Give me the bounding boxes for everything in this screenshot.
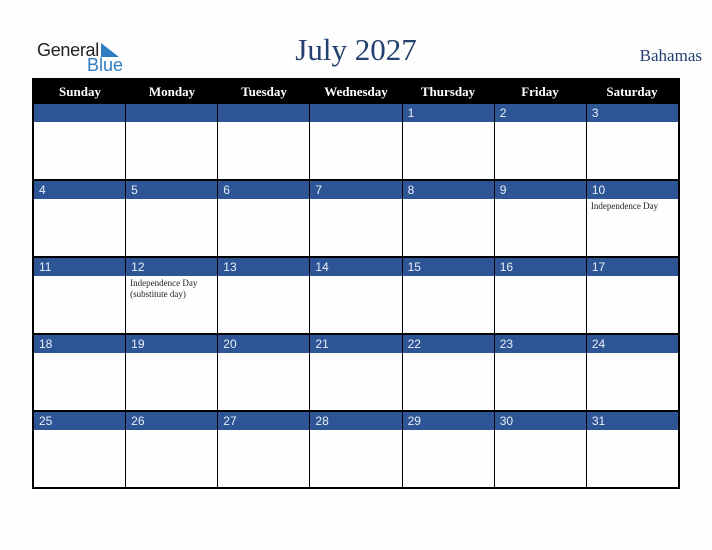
day-cell-event[interactable] [585,430,678,487]
weekday-wednesday: Wednesday [324,84,388,99]
day-cells-row [34,430,678,487]
day-number-bar: 25 26 27 28 29 30 31 [34,412,678,430]
day-cell-event[interactable] [493,122,586,179]
day-number: 20 [217,335,309,353]
weekday-friday: Friday [521,84,559,99]
day-cell-event[interactable] [401,122,494,179]
weekday-header-row: Sunday Monday Tuesday Wednesday Thursday… [34,80,678,104]
weekday-monday: Monday [148,84,196,99]
calendar-title: July 2027 [295,32,417,67]
day-number: 19 [125,335,217,353]
day-cell-event[interactable] [34,430,125,487]
day-cells-row [34,353,678,410]
day-cell-event[interactable] [493,430,586,487]
day-number: 7 [309,181,401,199]
day-cell-event[interactable] [34,122,125,179]
day-number: 22 [401,335,494,353]
day-number-bar: 18 19 20 21 22 23 24 [34,335,678,353]
day-cell-event[interactable] [493,199,586,256]
day-number: 21 [309,335,401,353]
day-cell-event[interactable] [125,353,217,410]
day-cell-event[interactable] [217,199,309,256]
day-cell-event[interactable] [401,353,494,410]
day-number: 11 [39,260,52,274]
day-cell-event[interactable]: Independence Day (substitute day) [125,276,217,333]
calendar-grid: Sunday Monday Tuesday Wednesday Thursday… [32,78,680,489]
day-number: 29 [401,412,494,430]
country-label: Bahamas [639,46,702,65]
day-number-bar: 4 5 6 7 8 9 10 [34,181,678,199]
day-number: 24 [585,335,678,353]
day-cell-event[interactable] [217,122,309,179]
day-number: 14 [309,258,401,276]
day-cells-row: Independence Day (substitute day) [34,276,678,333]
day-cell-event[interactable] [217,276,309,333]
day-number: 12 [125,258,217,276]
day-cell-event[interactable] [34,353,125,410]
day-cell-event[interactable] [585,122,678,179]
weekday-tuesday: Tuesday [241,84,287,99]
day-number: 30 [493,412,586,430]
day-cells-row: Independence Day [34,199,678,256]
weekday-sunday: Sunday [59,84,101,99]
day-cells-row [34,122,678,179]
day-number-bar: 11 12 13 14 15 16 17 [34,258,678,276]
day-cell-event[interactable] [309,122,401,179]
day-cell-event[interactable] [585,353,678,410]
day-number: 26 [125,412,217,430]
day-number-bar: 123 [34,104,678,122]
day-cell-event[interactable] [217,353,309,410]
calendar-week: 25 26 27 28 29 30 31 [34,410,678,487]
day-cell-event[interactable] [125,430,217,487]
day-cell-event[interactable] [309,199,401,256]
day-cell-event[interactable] [309,430,401,487]
day-cell-event[interactable] [217,430,309,487]
calendar-week: 18 19 20 21 22 23 24 [34,333,678,410]
day-number: 23 [493,335,586,353]
day-number [34,104,125,122]
day-number [125,104,217,122]
day-number: 8 [401,181,494,199]
day-number [217,104,309,122]
day-number: 17 [585,258,678,276]
day-cell-event[interactable] [309,276,401,333]
day-cell-event[interactable] [493,276,586,333]
day-number: 6 [217,181,309,199]
weekday-thursday: Thursday [420,84,476,99]
calendar-week: 123 [34,104,678,179]
day-number: 13 [217,258,309,276]
day-number: 4 [39,183,46,197]
day-number [309,104,401,122]
day-number: 3 [585,104,678,122]
day-number: 1 [401,104,494,122]
day-number: 18 [39,337,53,351]
day-number: 5 [125,181,217,199]
day-number: 31 [585,412,678,430]
day-cell-event[interactable] [34,276,125,333]
day-cell-event[interactable] [309,353,401,410]
day-cell-event[interactable] [401,276,494,333]
day-number: 28 [309,412,401,430]
day-cell-event[interactable] [585,276,678,333]
day-number: 9 [493,181,586,199]
day-number: 27 [217,412,309,430]
day-cell-event[interactable]: Independence Day [585,199,678,256]
calendar-week: 11 12 13 14 15 16 17 Independence Day (substitu… [34,256,678,333]
day-cell-event[interactable] [401,199,494,256]
day-number: 2 [493,104,586,122]
day-number: 15 [401,258,494,276]
day-number: 16 [493,258,586,276]
day-number: 10 [585,181,678,199]
calendar-week: 4 5 6 7 8 9 10 Independence Day [34,179,678,256]
day-cell-event[interactable] [125,122,217,179]
day-number: 25 [39,414,53,428]
day-cell-event[interactable] [34,199,125,256]
weekday-saturday: Saturday [606,84,658,99]
day-cell-event[interactable] [401,430,494,487]
day-cell-event[interactable] [493,353,586,410]
day-cell-event[interactable] [125,199,217,256]
weeks-container: 1 2 3 4 5 6 7 8 9 10 Independence Day 11 12 13 14 15 16 1… [34,104,678,487]
